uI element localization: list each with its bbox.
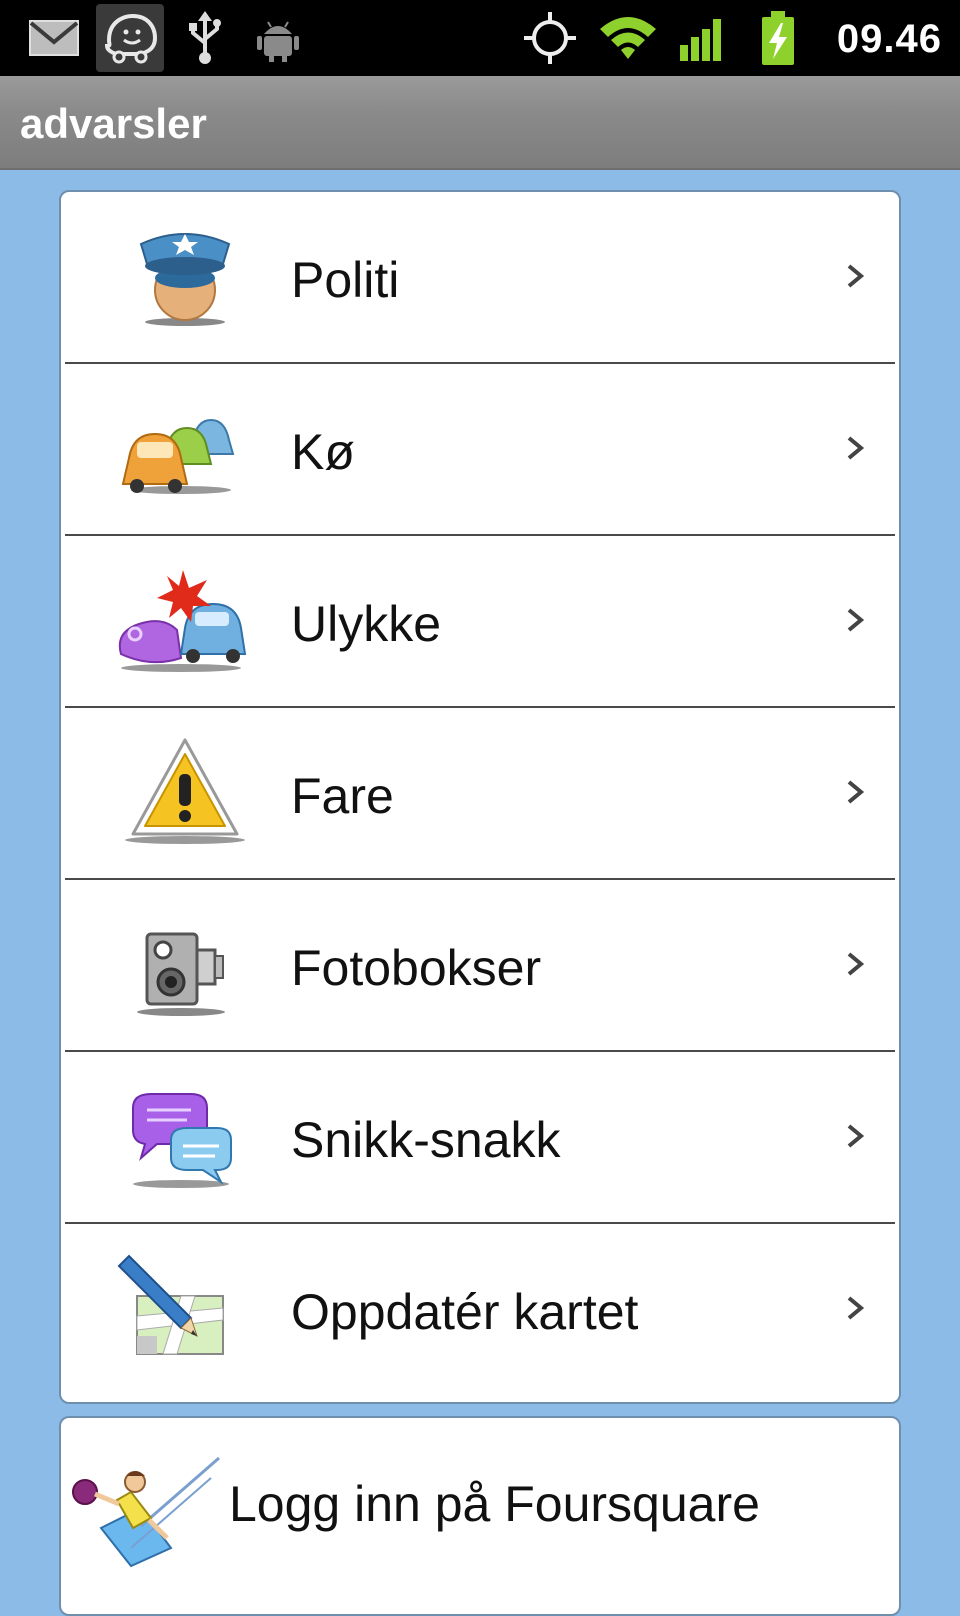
status-bar: 09.46 xyxy=(0,0,960,76)
chevron-right-icon xyxy=(847,264,865,288)
menu-item-label: Oppdatér kartet xyxy=(291,1284,639,1340)
menu-item-fotobokser[interactable]: Fotobokser xyxy=(61,880,899,1052)
foursquare-icon xyxy=(71,1448,221,1568)
usb-icon xyxy=(180,8,230,68)
android-debug-icon xyxy=(250,8,306,68)
title-bar: advarsler xyxy=(0,76,960,170)
mail-icon xyxy=(26,8,82,68)
wifi-icon xyxy=(596,8,660,68)
gps-icon xyxy=(520,8,580,68)
speed-camera-icon xyxy=(111,902,251,1030)
alerts-menu: Politi Kø Ulykke Fare Fotobokser Snikk-s… xyxy=(59,190,901,1404)
chevron-right-icon xyxy=(847,1124,865,1148)
menu-item-ko[interactable]: Kø xyxy=(61,364,899,536)
menu-item-label: Kø xyxy=(291,424,355,480)
menu-item-ulykke[interactable]: Ulykke xyxy=(61,536,899,708)
menu-item-oppdater-kartet[interactable]: Oppdatér kartet xyxy=(61,1224,899,1396)
menu-item-label: Fotobokser xyxy=(291,940,542,996)
page-title: advarsler xyxy=(20,100,207,147)
map-edit-icon xyxy=(111,1246,251,1374)
menu-item-politi[interactable]: Politi xyxy=(61,192,899,364)
accident-icon xyxy=(111,558,251,686)
chevron-right-icon xyxy=(847,952,865,976)
hazard-icon xyxy=(111,730,251,858)
waze-icon xyxy=(96,4,164,72)
menu-item-label: Snikk-snakk xyxy=(291,1112,561,1168)
chevron-right-icon xyxy=(847,1296,865,1320)
menu-item-fare[interactable]: Fare xyxy=(61,708,899,880)
foursquare-login-button[interactable]: Logg inn på Foursquare xyxy=(59,1416,901,1616)
menu-item-label: Ulykke xyxy=(291,596,442,652)
chevron-right-icon xyxy=(847,608,865,632)
foursquare-label: Logg inn på Foursquare xyxy=(229,1476,760,1532)
signal-icon xyxy=(676,8,730,68)
battery-charging-icon xyxy=(756,8,800,68)
menu-item-label: Politi xyxy=(291,252,400,308)
menu-item-snikk-snakk[interactable]: Snikk-snakk xyxy=(61,1052,899,1224)
chevron-right-icon xyxy=(847,436,865,460)
clock: 09.46 xyxy=(836,17,942,61)
chit-chat-icon xyxy=(111,1074,251,1202)
menu-item-label: Fare xyxy=(291,768,394,824)
police-icon xyxy=(111,214,251,342)
chevron-right-icon xyxy=(847,780,865,804)
traffic-jam-icon xyxy=(111,386,251,514)
